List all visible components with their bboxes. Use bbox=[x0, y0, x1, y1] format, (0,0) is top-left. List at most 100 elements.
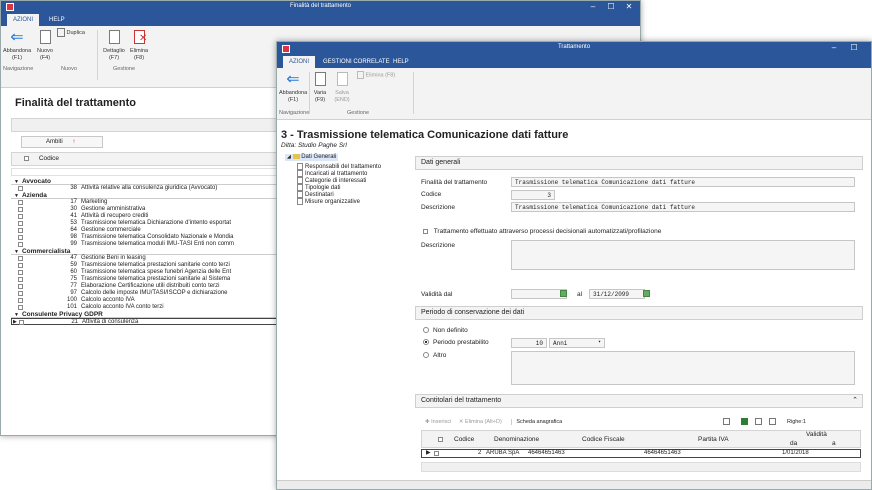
columns-icon[interactable] bbox=[769, 418, 776, 425]
row-checkbox[interactable] bbox=[18, 228, 23, 233]
codice-field[interactable]: 3 bbox=[511, 190, 555, 200]
row-checkbox[interactable] bbox=[18, 235, 23, 240]
group-header[interactable]: ▼ Azienda bbox=[11, 192, 291, 199]
radio-altro[interactable]: Altro bbox=[423, 352, 446, 359]
tree-item[interactable]: Misure organizzative bbox=[297, 198, 360, 206]
table-row[interactable]: 59 Trasmissione telematica prestazioni sa… bbox=[11, 262, 291, 269]
row-checkbox[interactable] bbox=[18, 242, 23, 247]
table-row[interactable]: 64 Gestione commerciale bbox=[11, 227, 291, 234]
minimize-icon[interactable]: – bbox=[827, 43, 841, 52]
periodo-value-field[interactable]: 10 bbox=[511, 338, 547, 348]
group-header[interactable]: ▼ Consulente Privacy GDPR bbox=[11, 311, 291, 318]
radio-periodo-prestabilito[interactable]: Periodo prestabilito bbox=[423, 339, 489, 346]
table-row[interactable]: ▶ 2 ARUBA SpA 46464651463 46464651463 1/… bbox=[421, 449, 861, 458]
grid-view-icon[interactable] bbox=[755, 418, 762, 425]
radio-non-definito[interactable]: Non definito bbox=[423, 327, 468, 334]
calendar-icon[interactable] bbox=[643, 290, 650, 297]
row-checkbox[interactable] bbox=[18, 284, 23, 289]
elimina-button[interactable]: Elimina (F8) bbox=[357, 71, 405, 79]
tab-help[interactable]: HELP bbox=[387, 56, 415, 68]
table-row[interactable]: 75 Trasmissione telematica prestazioni sa… bbox=[11, 276, 291, 283]
group-header[interactable]: ▼ Commercialista bbox=[11, 248, 291, 255]
row-checkbox[interactable] bbox=[18, 263, 23, 268]
row-checkbox[interactable] bbox=[18, 214, 23, 219]
tab-gestioni-correlate[interactable]: GESTIONI CORRELATE bbox=[317, 56, 396, 68]
filter-row[interactable] bbox=[11, 168, 291, 176]
table-row[interactable]: 30 Gestione amministrativa bbox=[11, 206, 291, 213]
automated-checkbox-row[interactable]: Trattamento effettuato attraverso proces… bbox=[423, 228, 661, 235]
maximize-icon[interactable]: ☐ bbox=[847, 43, 861, 52]
radio-button[interactable] bbox=[423, 352, 429, 359]
da-header[interactable]: da bbox=[790, 440, 797, 447]
row-checkbox[interactable] bbox=[18, 200, 23, 205]
dettaglio-button[interactable]: Dettaglio (F7) bbox=[101, 30, 127, 62]
denominazione-header[interactable]: Denominazione bbox=[494, 436, 539, 443]
duplica-button[interactable]: Duplica bbox=[57, 28, 101, 37]
tree-root-dati-generali[interactable]: ◢ Dati Generali bbox=[285, 154, 339, 162]
minimize-icon[interactable]: – bbox=[586, 2, 600, 11]
abbandona-button[interactable]: ⇐ Abbandona (F1) bbox=[3, 30, 31, 62]
radio-button[interactable] bbox=[423, 327, 429, 334]
table-row[interactable]: 100 Calcolo acconto IVA bbox=[11, 297, 291, 304]
periodo-unit-select[interactable]: Anni ▾ bbox=[549, 338, 605, 348]
elimina-button[interactable]: ✕ Elimina (F8) bbox=[127, 30, 151, 62]
tab-azioni[interactable]: AZIONI bbox=[283, 56, 316, 68]
codice-header[interactable]: Codice bbox=[454, 436, 474, 443]
row-checkbox[interactable] bbox=[18, 221, 23, 226]
nuovo-button[interactable]: Nuovo (F4) bbox=[33, 30, 57, 62]
descrizione-field[interactable]: Trasmissione telematica Comunicazione da… bbox=[511, 202, 855, 212]
table-row[interactable]: 99 Trasmissione telematica moduli IMU-TAS… bbox=[11, 241, 291, 248]
table-row[interactable]: 17 Marketing bbox=[11, 199, 291, 206]
export-excel-icon[interactable] bbox=[741, 418, 748, 425]
table-row[interactable]: 41 Attività di recupero crediti bbox=[11, 213, 291, 220]
codice-header[interactable]: Codice bbox=[39, 155, 59, 162]
row-checkbox[interactable] bbox=[18, 186, 23, 191]
print-icon[interactable] bbox=[723, 418, 730, 425]
table-row[interactable]: 47 Gestione Beni in leasing bbox=[11, 255, 291, 262]
calendar-icon[interactable] bbox=[560, 290, 567, 297]
table-row[interactable]: 97 Calcolo delle imposte IMU/TASI/ISCOP e… bbox=[11, 290, 291, 297]
collapse-chevron-icon[interactable]: ⌃ bbox=[852, 396, 858, 404]
row-checkbox[interactable] bbox=[18, 277, 23, 282]
tab-azioni[interactable]: AZIONI bbox=[7, 14, 40, 26]
validita-al-field[interactable]: 31/12/2099 bbox=[589, 289, 645, 299]
row-checkbox[interactable] bbox=[19, 320, 24, 325]
righe-counter[interactable]: Righe:1 bbox=[787, 416, 806, 428]
a-header[interactable]: a bbox=[832, 440, 836, 447]
select-all-checkbox[interactable] bbox=[24, 155, 29, 161]
partita-iva-header[interactable]: Partita IVA bbox=[698, 436, 729, 443]
row-checkbox[interactable] bbox=[18, 270, 23, 275]
elimina-row-button[interactable]: ✕ Elimina (Alt+D) bbox=[459, 419, 502, 425]
row-checkbox[interactable] bbox=[18, 256, 23, 261]
table-row[interactable]: 60 Trasmissione telematica spese funebri … bbox=[11, 269, 291, 276]
table-row[interactable]: 98 Trasmissione telematica Consolidato Na… bbox=[11, 234, 291, 241]
row-checkbox[interactable] bbox=[18, 291, 23, 296]
grid-scrollbar[interactable] bbox=[421, 462, 861, 472]
close-icon[interactable]: ✕ bbox=[622, 2, 636, 11]
table-row[interactable]: ▶ 21 Attività di consulenza bbox=[11, 318, 291, 325]
salva-button[interactable]: Salva (END) bbox=[331, 72, 353, 104]
tab-help[interactable]: HELP bbox=[43, 14, 71, 26]
inserisci-button[interactable]: ✚ Inserisci bbox=[425, 419, 451, 425]
abbandona-button[interactable]: ⇐ Abbandona (F1) bbox=[279, 72, 307, 104]
codice-fiscale-header[interactable]: Codice Fiscale bbox=[582, 436, 625, 443]
radio-button[interactable] bbox=[423, 339, 429, 346]
finalita-select[interactable]: Trasmissione telematica Comunicazione da… bbox=[511, 177, 855, 187]
automated-checkbox[interactable] bbox=[423, 228, 428, 234]
group-header[interactable]: ▼ Avvocato bbox=[11, 178, 291, 185]
table-row[interactable]: 38 Attività relative alla consulenza giur… bbox=[11, 185, 291, 192]
row-checkbox[interactable] bbox=[18, 207, 23, 212]
maximize-icon[interactable]: ☐ bbox=[604, 2, 618, 11]
select-all-checkbox[interactable] bbox=[438, 437, 443, 442]
ambiti-button[interactable]: Ambiti ↑ bbox=[21, 136, 103, 148]
descrizione2-textarea[interactable] bbox=[511, 240, 855, 270]
row-checkbox[interactable] bbox=[18, 305, 23, 310]
table-row[interactable]: 101 Calcolo acconto IVA conto terzi bbox=[11, 304, 291, 311]
varia-button[interactable]: Varia (F9) bbox=[309, 72, 331, 104]
scheda-anagrafica-button[interactable]: Scheda anagrafica bbox=[511, 419, 563, 425]
table-row[interactable]: 53 Trasmissione telematica Dichiarazione … bbox=[11, 220, 291, 227]
row-checkbox[interactable] bbox=[18, 298, 23, 303]
table-row[interactable]: 77 Elaborazione Certificazione utili dist… bbox=[11, 283, 291, 290]
altro-textarea[interactable] bbox=[511, 351, 855, 385]
validita-dal-field[interactable] bbox=[511, 289, 567, 299]
